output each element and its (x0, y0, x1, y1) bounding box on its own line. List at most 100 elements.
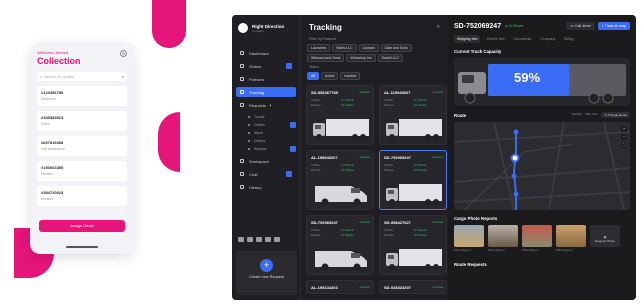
order-item[interactable]: #384720023 Retailer (37, 186, 127, 206)
status-chip-all[interactable]: All (307, 72, 319, 80)
track-on-map-button[interactable]: ⌖ Track on map (597, 22, 630, 30)
sidebar-subitem-drivers[interactable]: Drivers (232, 137, 300, 145)
history-icon (240, 185, 244, 189)
photo-report[interactable]: Photo Report (522, 225, 552, 252)
route-waypoint[interactable] (513, 129, 519, 135)
shipment-card[interactable]: SD-956367765 ● Active Trucks Drivers In Tran… (306, 85, 374, 145)
shipment-card[interactable]: AL-198943207 ● Active Trucks Drivers In Tran… (306, 150, 374, 210)
photo-thumbnail (522, 225, 552, 247)
order-item[interactable]: #837816068 Left warehouse (37, 136, 127, 156)
help-icon[interactable] (265, 237, 271, 242)
status-text: Active (434, 220, 443, 224)
settings-icon[interactable]: ⚙ (120, 50, 127, 57)
truck-wheel (464, 92, 476, 104)
search-icon[interactable]: ⌕ (437, 24, 440, 31)
order-item[interactable]: #193063455 Retailer (37, 161, 127, 181)
status-text: Active (361, 90, 370, 94)
change-route-button[interactable]: ✎ Change Route (601, 112, 630, 118)
tab-documents[interactable]: Documents (511, 35, 535, 43)
status-chip-inactive[interactable]: Inactive (340, 72, 361, 80)
tab-shipping-info[interactable]: Shipping Info (454, 35, 481, 43)
sidebar-item-label: Dashboard (249, 50, 269, 56)
create-request-button[interactable]: + (260, 259, 273, 272)
chat-icon (240, 172, 244, 176)
tab-billing[interactable]: Billing (561, 35, 576, 43)
call-driver-button[interactable]: ☏ Call driver (565, 22, 595, 30)
filter-chip[interactable]: Gale and Sons (380, 44, 412, 52)
mobile-app-mockup: Welcome, Ahmed Collection ⚙ ⌕ Search for… (30, 42, 134, 254)
sidebar-item-orders[interactable]: Orders (236, 61, 296, 71)
order-id: #123456789 (41, 90, 64, 95)
notification-badge (286, 171, 292, 177)
capacity-percentage: 59% (514, 70, 541, 85)
truck-location-marker[interactable] (510, 153, 520, 163)
order-search-input[interactable]: ⌕ Search for orders ● (37, 72, 127, 81)
photo-report[interactable]: Photo Report (488, 225, 518, 252)
request-photo-button[interactable]: ▣ Request Photo (590, 225, 620, 247)
sidebar-item-workspace[interactable]: Workspace (236, 156, 296, 166)
tab-company[interactable]: Company (537, 35, 558, 43)
create-request-panel: + Create new Request (236, 251, 297, 295)
route-map[interactable]: + − ⛶ (454, 122, 630, 210)
filter-chip[interactable]: Workshop Inc (346, 54, 376, 62)
sidebar-item-label: Orders (254, 123, 265, 127)
card-meta-labels: Trucks Drivers (311, 98, 321, 107)
sidebar-subitem-trucks[interactable]: Trucks (232, 113, 300, 121)
shipment-card[interactable]: SD-752069247 ● Active Trucks Drivers In Tran… (379, 150, 447, 210)
shipment-card[interactable]: SD-958427627 ● Active Trucks Drivers In Tran… (379, 215, 447, 275)
logout-icon[interactable] (274, 237, 280, 242)
zoom-in-button[interactable]: + (621, 126, 627, 132)
filter-chip[interactable]: Launches (307, 44, 331, 52)
button-label: Request Photo (595, 239, 615, 243)
filter-chip[interactable]: Contact (358, 44, 379, 52)
route-waypoint[interactable] (513, 191, 519, 197)
microphone-icon[interactable]: ● (122, 74, 124, 79)
status-label: Status (309, 65, 319, 69)
bullet-icon (248, 132, 250, 134)
search-placeholder: Search for orders (43, 74, 75, 79)
settings-icon[interactable] (256, 237, 262, 242)
sidebar-subitem-orders[interactable]: Orders (232, 121, 300, 129)
order-item[interactable]: #123456789 Delivered (37, 86, 127, 106)
fullscreen-button[interactable]: ⛶ (621, 142, 627, 148)
filter-chip[interactable]: Welsand and Sons (307, 54, 345, 62)
filter-chip[interactable]: Warts LLC (332, 44, 357, 52)
sidebar-subitem-reports[interactable]: Reports (232, 145, 300, 153)
mail-icon[interactable] (247, 237, 253, 242)
filter-label: Filter by Features (309, 37, 337, 41)
tab-vehicle-info[interactable]: Vehicle Info (483, 35, 507, 43)
map-canvas (454, 122, 630, 210)
van-image (315, 251, 367, 271)
sidebar-item-requests[interactable]: Requests ▲ (236, 100, 296, 110)
assign-driver-button[interactable]: Assign Driver (39, 220, 125, 232)
status-text: Active (434, 155, 443, 159)
order-item[interactable]: #345383513 Sales (37, 111, 127, 131)
photo-report[interactable]: Photo Report (556, 225, 586, 252)
sidebar-item-partners[interactable]: Partners (236, 74, 296, 84)
filter-chip[interactable]: Daniel LLC (377, 54, 403, 62)
sidebar-item-history[interactable]: History (236, 182, 296, 192)
dashboard-icon (240, 51, 244, 55)
status-badge: ● Active (359, 90, 370, 94)
brand-subtitle: Logistics (252, 28, 264, 33)
shipment-card[interactable]: AL-119945207 ● Active Trucks Drivers In Tran… (379, 85, 447, 145)
status-text: Active (434, 90, 443, 94)
shipment-card[interactable]: SD-928323207 ● Active (379, 280, 447, 294)
photo-report[interactable]: Photo Report (454, 225, 484, 252)
shipment-card[interactable]: SD-752069247 ● Active Trucks Drivers In Tran… (306, 215, 374, 275)
status-badge: ● Active (432, 285, 443, 289)
sidebar-item-label: Chat (249, 171, 258, 177)
sidebar-subitem-stock[interactable]: Stock (232, 129, 300, 137)
meta-label: Drivers (384, 167, 394, 172)
sidebar-item-chat[interactable]: Chat (236, 169, 296, 179)
satellite-view-toggle[interactable]: Satellite (571, 112, 582, 118)
route-waypoint[interactable] (511, 173, 517, 179)
sidebar-item-dashboard[interactable]: Dashboard (236, 48, 296, 58)
sidebar-item-tracking[interactable]: Tracking (236, 87, 296, 97)
shipment-card[interactable]: AL-198134203 ● Active (306, 280, 374, 294)
status-text: Active (434, 285, 443, 289)
status-chip-active[interactable]: Active (320, 72, 339, 80)
zoom-out-button[interactable]: − (621, 134, 627, 140)
map-view-toggle[interactable]: Map View (585, 112, 598, 118)
folder-icon[interactable] (238, 237, 244, 242)
